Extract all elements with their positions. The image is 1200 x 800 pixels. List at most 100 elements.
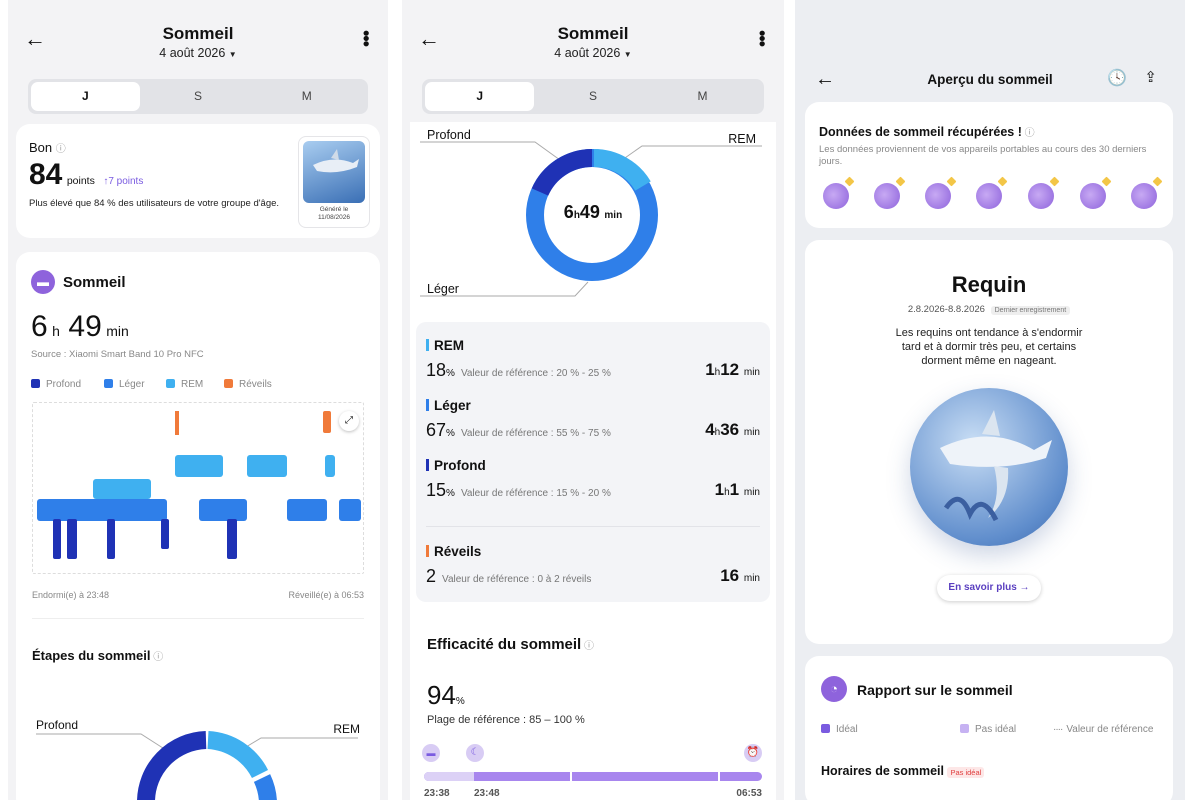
- stage-label: Léger: [434, 398, 471, 413]
- more-menu-icon[interactable]: •••: [356, 30, 376, 46]
- shark-illustration-icon: [910, 388, 1068, 546]
- legend-swatch: [166, 379, 175, 388]
- divider: [426, 526, 760, 527]
- date-selector[interactable]: 4 août 2026 ▼: [8, 46, 388, 60]
- leader-line: [240, 737, 358, 751]
- last-record-tag: Dernier enregistrement: [990, 306, 1071, 315]
- donut-arc-rem: [593, 149, 651, 191]
- date-range: 2.8.2026-8.8.2026: [907, 304, 985, 315]
- expand-icon[interactable]: ⤢: [339, 411, 359, 431]
- info-icon[interactable]: ⓘ: [1022, 128, 1035, 139]
- legend-rem: REM: [166, 379, 203, 390]
- caret-down-icon: ▼: [623, 50, 632, 59]
- top-bar: ← Sommeil 4 août 2026 ▼ •••: [402, 0, 784, 72]
- efficiency-number: 94: [427, 680, 456, 710]
- segment-deep: [67, 519, 77, 559]
- animal-badge[interactable]: Généré le 11/08/2026: [298, 136, 370, 228]
- segment-rem: [93, 479, 151, 499]
- date-label: 4 août 2026: [554, 46, 621, 60]
- stage-row-deep[interactable]: Profond 15% Valeur de référence : 15 % - …: [426, 458, 760, 506]
- stage-name: Profond: [426, 458, 760, 473]
- asleep-time: Endormi(e) à 23:48: [32, 590, 110, 600]
- stages-heading-label: Étapes du sommeil: [32, 648, 151, 663]
- stage-row-light[interactable]: Léger 67% Valeur de référence : 55 % - 75…: [426, 398, 760, 446]
- stage-color-mark: [426, 545, 429, 557]
- donut-arc-deep: [531, 149, 593, 197]
- info-icon[interactable]: ⓘ: [581, 641, 594, 652]
- recovered-heading: Données de sommeil récupérées ! ⓘ: [819, 124, 1035, 139]
- duration-minutes: 49: [68, 310, 102, 343]
- moon-icon: [976, 183, 1002, 209]
- score-unit: points: [66, 175, 95, 187]
- stages-heading: Étapes du sommeil ⓘ: [32, 648, 163, 663]
- recovered-card: Données de sommeil récupérées ! ⓘ Les do…: [805, 102, 1173, 228]
- more-menu-icon[interactable]: •••: [752, 30, 772, 46]
- date-selector[interactable]: 4 août 2026 ▼: [402, 46, 784, 60]
- leader-line: [420, 281, 589, 297]
- time-end: 06:53: [736, 788, 762, 799]
- dur-hours: 4: [705, 420, 715, 439]
- legend-label: REM: [181, 379, 204, 390]
- hypnogram-chart[interactable]: ⤢: [32, 402, 364, 574]
- history-clock-icon[interactable]: 🕓: [1107, 68, 1127, 88]
- score-card[interactable]: Bon ⓘ 84 points ↑7 points Plus élevé que…: [16, 124, 380, 238]
- stage-color-mark: [426, 339, 429, 351]
- stage-reference: Valeur de référence : 55 % - 75 %: [460, 428, 611, 439]
- divider: [32, 618, 364, 619]
- legend-not-ideal: Pas idéal: [960, 724, 1016, 735]
- share-icon[interactable]: ⇪: [1144, 68, 1157, 86]
- stage-row-wake[interactable]: Réveils 2 Valeur de référence : 0 à 2 rév…: [426, 544, 760, 592]
- duration-hours: 6: [31, 310, 48, 343]
- stage-breakdown: REM 18% Valeur de référence : 20 % - 25 %…: [416, 322, 770, 602]
- tab-day[interactable]: J: [425, 82, 535, 111]
- stage-name: Léger: [426, 398, 760, 413]
- tab-month[interactable]: M: [648, 82, 757, 111]
- stage-duration: 1h12 min: [705, 360, 760, 379]
- donut-arc-rem: [207, 731, 269, 779]
- stages-donut-preview: [36, 731, 358, 800]
- legend-ideal: Idéal: [821, 724, 858, 735]
- efficiency-timeline[interactable]: [424, 772, 762, 781]
- efficiency-unit: %: [455, 696, 465, 707]
- sleep-screen-day: ← Sommeil 4 août 2026 ▼ ••• J S M Bon ⓘ …: [8, 0, 388, 800]
- wake-reference: Valeur de référence : 0 à 2 réveils: [442, 574, 592, 585]
- learn-more-button[interactable]: En savoir plus →: [937, 575, 1041, 601]
- report-heading: Rapport sur le sommeil: [857, 682, 1013, 698]
- dur-minutes: 36: [720, 420, 740, 439]
- count-value: 2: [426, 566, 437, 586]
- dur-minutes: 12: [720, 360, 740, 379]
- moon-icon: [823, 183, 849, 209]
- segment-wake: [323, 411, 331, 433]
- stage-percent: 15% Valeur de référence : 15 % - 20 %: [426, 480, 611, 500]
- badge-caption: Généré le 11/08/2026: [317, 206, 351, 221]
- legend-label: Profond: [46, 379, 82, 390]
- tab-month[interactable]: M: [252, 82, 361, 111]
- stage-label: Réveils: [434, 544, 482, 559]
- tab-week[interactable]: S: [538, 82, 647, 111]
- legend-light: Léger: [104, 379, 145, 390]
- legend-swatch: [104, 379, 113, 388]
- bed-icon: ▬: [422, 744, 440, 762]
- report-icon: ◔: [821, 676, 847, 702]
- stage-row-rem[interactable]: REM 18% Valeur de référence : 20 % - 25 %…: [426, 338, 760, 386]
- moon-icon: [874, 183, 900, 209]
- tab-week[interactable]: S: [144, 82, 253, 111]
- tab-day[interactable]: J: [31, 82, 140, 111]
- caret-down-icon: ▼: [228, 50, 237, 59]
- stage-color-mark: [426, 459, 429, 471]
- stage-color-mark: [426, 399, 429, 411]
- info-icon[interactable]: ⓘ: [150, 652, 163, 663]
- legend-label: Léger: [119, 379, 145, 390]
- dur-hours: 1: [714, 480, 725, 499]
- sleep-card: ▬ Sommeil 6 h 49 min Source : Xiaomi Sma…: [16, 252, 380, 800]
- report-card: ◔ Rapport sur le sommeil Idéal Pas idéal…: [805, 656, 1173, 800]
- moon-icon: [925, 183, 951, 209]
- stage-name: Réveils: [426, 544, 760, 559]
- legend-reference: ···· Valeur de référence: [1053, 724, 1153, 735]
- info-icon[interactable]: ⓘ: [56, 144, 66, 155]
- dur-hours: 1: [705, 360, 715, 379]
- segment-rem: [325, 455, 335, 477]
- stage-duration: 1h1 min: [714, 480, 760, 499]
- segment-light: [37, 499, 167, 521]
- segment-light: [287, 499, 327, 521]
